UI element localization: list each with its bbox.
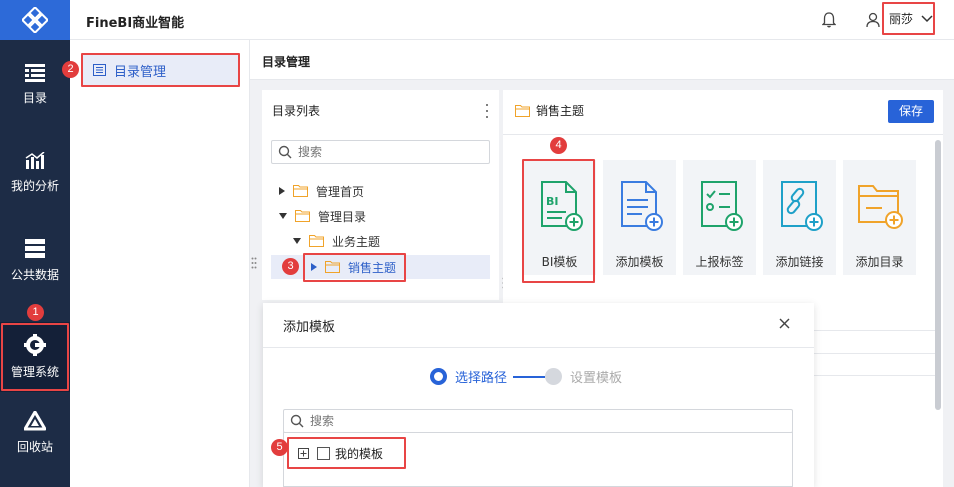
tree-node[interactable]: 业务主题	[293, 229, 380, 253]
template-search[interactable]	[283, 409, 793, 433]
user-menu[interactable]: 丽莎	[882, 2, 935, 35]
user-name: 丽莎	[889, 12, 914, 26]
step-label-active: 选择路径	[455, 371, 508, 386]
rail-item-catalog[interactable]: 目录	[0, 50, 70, 120]
analysis-chart-icon	[25, 152, 45, 169]
expand-plus-icon[interactable]	[298, 447, 309, 459]
template-add-icon	[620, 181, 663, 231]
scrollbar[interactable]	[935, 140, 941, 410]
tree-item-label: 我的模板	[335, 446, 384, 461]
subnav-item-catalog-manage[interactable]: 目录管理	[81, 53, 240, 87]
resize-handle[interactable]	[251, 257, 257, 269]
rail-label: 目录	[22, 91, 47, 105]
link-add-icon	[780, 181, 823, 231]
folder-icon	[515, 104, 530, 117]
search-icon	[290, 414, 304, 428]
card-label: 上报标签	[695, 255, 744, 269]
database-icon	[25, 239, 45, 258]
app-logo[interactable]	[0, 0, 70, 40]
step-badge: 4	[550, 137, 567, 154]
folder-add-icon	[857, 185, 903, 229]
divider	[813, 375, 935, 376]
recycle-icon	[24, 411, 46, 431]
card-add-folder[interactable]: 添加目录	[843, 160, 916, 275]
tree-node[interactable]: 管理首页	[279, 179, 364, 203]
folder-icon	[295, 210, 310, 222]
highlight-box-bi-template	[522, 159, 595, 283]
subnav-item-label: 目录管理	[114, 64, 167, 80]
directory-search-input[interactable]	[298, 145, 478, 159]
add-template-dialog: 添加模板 选择路径 设置模板 我的模板	[263, 303, 814, 487]
collapse-caret-icon[interactable]	[293, 238, 301, 244]
rail-label: 回收站	[16, 440, 53, 454]
card-label: 添加模板	[615, 255, 664, 269]
expand-caret-icon[interactable]	[279, 187, 285, 195]
catalog-icon	[25, 64, 45, 82]
folder-icon	[293, 185, 308, 197]
more-vertical-icon[interactable]	[485, 104, 489, 118]
rail-label: 公共数据	[10, 268, 59, 282]
highlight-box-sales	[303, 253, 406, 282]
card-label: 添加链接	[775, 255, 824, 269]
user-icon[interactable]	[866, 12, 880, 28]
rail-item-recycle-bin[interactable]: 回收站	[0, 398, 70, 468]
logo-icon	[22, 7, 48, 33]
collapse-caret-icon[interactable]	[279, 213, 287, 219]
sub-nav	[70, 40, 250, 487]
folder-heading: 销售主题	[515, 102, 584, 119]
checklist-add-icon	[700, 181, 743, 231]
step-inactive-dot	[545, 368, 563, 385]
card-report-tag[interactable]: 上报标签	[683, 160, 756, 275]
divider	[503, 134, 943, 135]
close-icon[interactable]	[779, 318, 790, 329]
top-bar: FineBI商业智能 丽莎	[70, 0, 954, 40]
page-title: 目录管理	[250, 40, 954, 80]
rail-item-public-data[interactable]: 公共数据	[0, 226, 70, 296]
bell-icon[interactable]	[822, 12, 836, 28]
tree-node-label: 管理首页	[316, 184, 365, 199]
tree-node-label: 业务主题	[332, 234, 381, 249]
search-icon	[278, 145, 292, 159]
card-add-link[interactable]: 添加链接	[763, 160, 836, 275]
divider	[813, 330, 935, 331]
checkbox[interactable]	[317, 446, 330, 460]
card-label: 添加目录	[855, 255, 904, 269]
rail-item-my-analysis[interactable]: 我的分析	[0, 138, 70, 208]
save-button[interactable]: 保存	[888, 100, 934, 123]
step-badge: 5	[271, 439, 288, 456]
directory-search[interactable]	[271, 140, 490, 164]
tree-node-label: 管理目录	[318, 209, 367, 224]
directory-header: 目录列表	[272, 104, 321, 118]
highlight-box-admin	[1, 323, 69, 391]
step-label-inactive: 设置模板	[570, 371, 623, 386]
list-icon	[93, 64, 106, 76]
template-search-input[interactable]	[310, 414, 710, 428]
folder-icon	[309, 235, 324, 247]
folder-title: 销售主题	[536, 104, 585, 118]
tree-item-my-templates[interactable]: 我的模板	[287, 437, 406, 469]
card-add-template[interactable]: 添加模板	[603, 160, 676, 275]
step-badge: 3	[282, 258, 299, 275]
step-active-dot	[430, 368, 447, 385]
step-indicator: 选择路径 设置模板	[430, 367, 622, 386]
chevron-down-icon	[921, 14, 933, 22]
rail-label: 我的分析	[10, 179, 59, 193]
divider	[813, 353, 935, 354]
tree-node[interactable]: 管理目录	[279, 204, 366, 228]
brand-title: FineBI商业智能	[86, 16, 185, 31]
divider	[263, 347, 814, 348]
left-rail: 目录 我的分析 公共数据 管理系统 回收站	[0, 0, 70, 487]
step-badge: 2	[62, 61, 79, 78]
dialog-title: 添加模板	[283, 320, 336, 335]
step-badge: 1	[27, 304, 44, 321]
step-connector	[513, 375, 546, 378]
